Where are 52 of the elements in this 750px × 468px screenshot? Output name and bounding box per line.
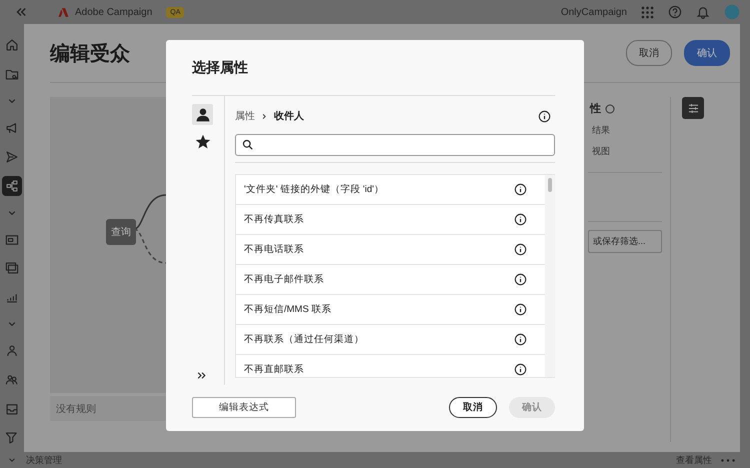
info-icon[interactable] [514,183,527,196]
apps-grid-icon[interactable] [641,6,654,18]
section-label: 决策管理 [26,454,62,466]
workflow-icon[interactable] [2,176,22,196]
logo-icon [58,6,69,18]
info-icon[interactable] [514,243,527,256]
attribute-name: 不再传真联系 [244,213,305,226]
attribute-row[interactable]: 不再联系（通过任何渠道） [236,325,545,355]
header-button[interactable]: 确认 [684,40,730,66]
expand-icon[interactable] [196,370,207,381]
panel-heading: 性 [590,102,601,116]
attribute-name: 不再短信/MMS 联系 [244,303,332,316]
attribute-name: 不再电话联系 [244,243,305,256]
breadcrumb-link[interactable]: 属性 [235,109,255,123]
info-icon[interactable] [514,273,527,286]
save-filter-button[interactable]: 或保存筛选... [588,230,662,253]
connector-drawing [134,194,166,264]
dialog-button[interactable]: 编辑表达式 [192,396,296,418]
info-icon[interactable] [538,110,551,122]
attribute-name: 不再电子邮件联系 [244,273,325,286]
attribute-row[interactable]: 不再直邮联系 [236,355,545,377]
info-icon[interactable] [514,363,527,376]
info-icon[interactable] [514,303,527,316]
person-icon[interactable] [192,104,213,125]
panel-option[interactable]: 结果 [588,124,662,137]
attribute-row[interactable]: '文件夹' 链接的外键（字段 'id'） [236,175,545,205]
search-icon [242,139,254,151]
app-title: Adobe Campaign [75,6,152,18]
rules-bar: 没有规则 [50,396,166,421]
info-icon[interactable] [514,333,527,346]
panel-option[interactable]: 视图 [588,145,662,158]
breadcrumb-current: 收件人 [274,110,304,123]
filter-settings-icon[interactable] [682,97,704,119]
search-field[interactable] [235,134,555,156]
dialog-button[interactable]: 取消 [449,396,497,418]
scrollbar-thumb[interactable] [548,178,552,192]
dialog-title: 选择属性 [192,40,555,96]
more-icon[interactable] [720,458,736,462]
attribute-name: '文件夹' 链接的外键（字段 'id'） [244,183,385,196]
bell-icon[interactable] [696,5,710,19]
attribute-row[interactable]: 不再电子邮件联系 [236,265,545,295]
attribute-row[interactable]: 不再电话联系 [236,235,545,265]
header-button[interactable]: 取消 [626,40,672,66]
attribute-name: 不再联系（通过任何渠道） [244,333,365,346]
chevron-right-icon [261,112,268,120]
page-title: 编辑受众 [50,42,130,66]
attribute-row[interactable]: 不再传真联系 [236,205,545,235]
collapse-icon[interactable] [14,5,28,19]
info-icon[interactable] [514,213,527,226]
attribute-row[interactable]: 不再短信/MMS 联系 [236,295,545,325]
query-node[interactable]: 查询 [106,219,136,245]
attribute-name: 不再直邮联系 [244,363,305,376]
